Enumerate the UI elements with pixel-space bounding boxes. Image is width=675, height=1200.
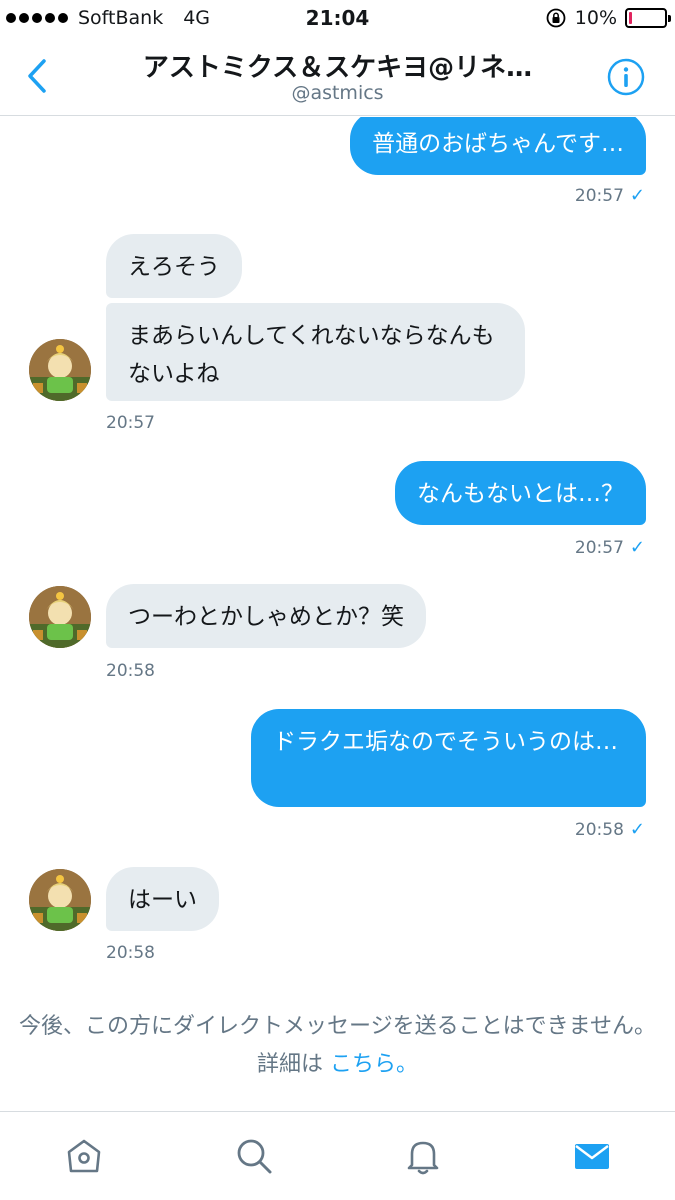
timestamp-text: 20:58	[574, 819, 624, 840]
sent-message[interactable]: なんもないとは…？	[395, 461, 646, 525]
tab-search[interactable]	[232, 1134, 276, 1178]
timestamp-text: 20:57	[574, 185, 624, 206]
home-icon	[67, 1139, 101, 1173]
dm-disabled-notice: 今後、この方にダイレクトメッセージを送ることはできません。詳細は こちら。	[0, 1008, 675, 1084]
info-icon	[607, 58, 645, 96]
message-text: なんもないとは…？	[417, 481, 624, 507]
tab-bar	[0, 1111, 675, 1200]
received-message[interactable]: つーわとかしゃめとか？笑	[106, 584, 426, 648]
message-timestamp: 20:57 ✓	[575, 185, 645, 206]
message-text: つーわとかしゃめとか？笑	[128, 604, 404, 630]
status-bar: SoftBank 4G 21:04 10%	[0, 0, 675, 38]
message-text: まあらいんしてくれないならなんもないよね	[128, 323, 495, 387]
message-timestamp: 20:58 ✓	[575, 819, 645, 840]
battery-percent: 10%	[574, 7, 617, 29]
message-text: はーい	[128, 887, 197, 913]
avatar[interactable]	[29, 586, 91, 648]
avatar-image	[29, 586, 91, 648]
notifications-icon	[407, 1141, 439, 1175]
message-thread[interactable]: 普通のおばちゃんです… 20:57 ✓ えろそう まあらいんしてくれないならなん…	[0, 117, 675, 1110]
received-message[interactable]: まあらいんしてくれないならなんもないよね	[106, 303, 525, 401]
avatar-image	[29, 339, 91, 401]
message-text: えろそう	[128, 254, 220, 280]
message-text: ドラクエ垢なのでそういうのは…	[273, 729, 618, 755]
search-icon	[237, 1139, 272, 1174]
message-timestamp: 20:57	[106, 413, 155, 433]
read-check-icon: ✓	[629, 819, 645, 840]
tab-home[interactable]	[62, 1134, 106, 1178]
battery-icon	[625, 8, 671, 28]
sent-message[interactable]: 普通のおばちゃんです…	[350, 117, 646, 175]
message-timestamp: 20:57 ✓	[575, 537, 645, 558]
messages-icon	[575, 1144, 609, 1169]
message-timestamp: 20:58	[106, 661, 155, 681]
message-text: 普通のおばちゃんです…	[372, 131, 624, 157]
avatar-image	[29, 869, 91, 931]
message-timestamp: 20:58	[106, 943, 155, 963]
conversation-header: アストミクス＆スケキヨ@リネ… @astmics	[0, 38, 675, 116]
status-right: 10%	[545, 7, 671, 29]
sent-message[interactable]: ドラクエ垢なのでそういうのは…	[251, 709, 646, 807]
tab-messages[interactable]	[570, 1134, 614, 1178]
tab-notifications[interactable]	[401, 1134, 445, 1178]
received-message[interactable]: えろそう	[106, 234, 242, 298]
conversation-handle[interactable]: @astmics	[0, 82, 675, 104]
battery-level	[629, 12, 632, 24]
avatar[interactable]	[29, 339, 91, 401]
read-check-icon: ✓	[629, 185, 645, 206]
conversation-title[interactable]: アストミクス＆スケキヨ@リネ…	[100, 47, 575, 84]
info-button[interactable]	[607, 58, 645, 96]
details-link[interactable]: こちら。	[330, 1052, 418, 1077]
received-message[interactable]: はーい	[106, 867, 219, 931]
avatar[interactable]	[29, 869, 91, 931]
rotation-lock-icon	[546, 8, 566, 28]
read-check-icon: ✓	[629, 537, 645, 558]
timestamp-text: 20:57	[574, 537, 624, 558]
